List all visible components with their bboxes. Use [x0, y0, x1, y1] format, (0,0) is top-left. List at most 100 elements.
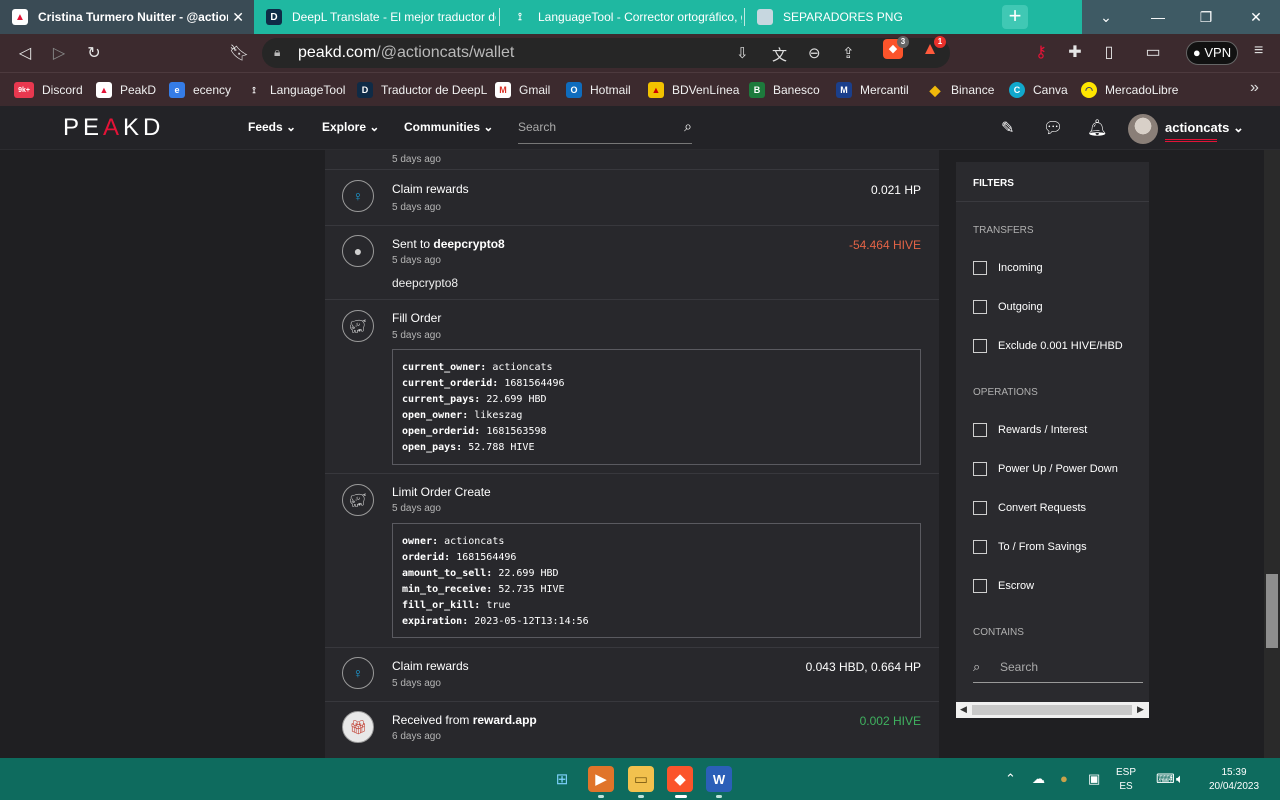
filter-exclude-dust[interactable]: Exclude 0.001 HIVE/HBD	[973, 338, 1123, 354]
tray-app-icon[interactable]: ●	[1060, 771, 1068, 786]
bookmark-languagetool[interactable]: ⟟ LanguageTool	[246, 81, 345, 99]
pencil-icon[interactable]: ✎	[1001, 118, 1014, 138]
checkbox[interactable]	[973, 300, 987, 314]
minimize-icon[interactable]: —	[1134, 0, 1182, 34]
clock[interactable]: 15:39 20/04/2023	[1200, 766, 1268, 794]
checkbox[interactable]	[973, 423, 987, 437]
brave-shields-icon[interactable]: ◆ 3	[883, 36, 909, 59]
search-input[interactable]	[518, 120, 668, 134]
checkbox[interactable]	[973, 540, 987, 554]
bookmark-ecency[interactable]: e ecency	[169, 81, 231, 99]
chat-icon[interactable]: 💬︎	[1043, 118, 1063, 138]
language-indicator[interactable]: ESP ES	[1116, 766, 1136, 794]
filter-incoming[interactable]: Incoming	[973, 260, 1043, 276]
brave-rewards-icon[interactable]: ▲ 1	[920, 36, 946, 59]
tab-peakd[interactable]: ▲ Cristina Turmero Nuitter - @actioncats…	[0, 0, 254, 34]
sidebar-icon[interactable]: ▯	[1098, 42, 1120, 64]
cloud-icon[interactable]: ☁	[1032, 771, 1045, 787]
bookmark-peakd[interactable]: ▲ PeakD	[96, 81, 156, 99]
reload-icon[interactable]: ↻	[83, 42, 105, 64]
banesco-icon: B	[749, 82, 765, 98]
key-extension-icon[interactable]: ⚷	[1030, 42, 1052, 64]
checkbox[interactable]	[973, 462, 987, 476]
checkbox[interactable]	[973, 339, 987, 353]
bookmark-discord[interactable]: 9k+ Discord	[14, 81, 83, 99]
bookmark-icon[interactable]: 🔖︎	[228, 42, 250, 64]
checkbox[interactable]	[973, 579, 987, 593]
contains-heading: CONTAINS	[973, 627, 1024, 638]
address-bar[interactable]: 🔒︎ peakd.com/@actioncats/wallet ⇩ 文 ⊖ ⇪	[262, 38, 950, 68]
new-tab-button[interactable]: +	[1002, 5, 1028, 29]
search-icon[interactable]: ⌕	[684, 118, 692, 135]
word-icon[interactable]: W	[706, 766, 732, 792]
network-icon[interactable]: ⌨	[1156, 771, 1175, 787]
bookmark-banesco[interactable]: B Banesco	[749, 81, 820, 99]
filter-convert-requests[interactable]: Convert Requests	[973, 500, 1086, 516]
brave-browser-icon[interactable]: ◆	[667, 766, 693, 792]
sender-link[interactable]: reward.app	[473, 713, 537, 727]
more-bookmarks-icon[interactable]: »	[1250, 79, 1259, 97]
close-window-icon[interactable]: ✕	[1232, 0, 1280, 34]
filter-outgoing[interactable]: Outgoing	[973, 299, 1043, 315]
bookmark-mercadolibre[interactable]: ◠ MercadoLibre	[1081, 81, 1178, 99]
filter-power-up-down[interactable]: Power Up / Power Down	[973, 461, 1118, 477]
bookmark-deepl[interactable]: D Traductor de DeepL	[357, 81, 487, 99]
checkbox[interactable]	[973, 261, 987, 275]
filter-rewards-interest[interactable]: Rewards / Interest	[973, 422, 1087, 438]
gift-icon[interactable]: 🎁︎	[342, 711, 374, 743]
nav-feeds[interactable]: Feeds ⌄	[248, 120, 296, 134]
nav-explore[interactable]: Explore ⌄	[322, 120, 379, 134]
zoom-icon[interactable]: ⊖	[808, 44, 821, 62]
close-tab-icon[interactable]: ✕	[232, 9, 244, 26]
chevron-down-icon: ⌄	[286, 120, 297, 134]
restore-icon[interactable]: ❐	[1182, 0, 1230, 34]
bookmark-binance[interactable]: ◆ Binance	[927, 81, 995, 99]
share-icon[interactable]: ⇪	[842, 44, 855, 62]
tab-list-chevron-icon[interactable]: ⌄	[1082, 0, 1130, 34]
filter-escrow[interactable]: Escrow	[973, 578, 1034, 594]
recipient-link[interactable]: deepcrypto8	[433, 237, 504, 251]
extensions-icon[interactable]: ✚	[1064, 42, 1086, 64]
download-icon[interactable]: ⇩	[736, 44, 749, 62]
bookmark-gmail[interactable]: M Gmail	[495, 81, 550, 99]
filter-search-input[interactable]	[1000, 660, 1140, 674]
menu-icon[interactable]: ≡	[1254, 42, 1263, 60]
vpn-button[interactable]: ● VPN	[1186, 41, 1238, 65]
ecency-icon: e	[169, 82, 185, 98]
scrollbar-thumb[interactable]	[972, 705, 1132, 715]
avatar[interactable]	[1128, 114, 1158, 144]
tab-title: LanguageTool - Corrector ortográfico, gr…	[538, 10, 742, 24]
tab-separadores[interactable]: SEPARADORES PNG	[745, 0, 990, 34]
scroll-right-icon[interactable]: ▶	[1137, 704, 1144, 715]
horizontal-scrollbar[interactable]: ◀ ▶	[956, 702, 1149, 718]
tray-app-icon[interactable]: ▣	[1088, 771, 1100, 787]
checkbox[interactable]	[973, 501, 987, 515]
chevron-up-icon[interactable]: ⌃	[1005, 771, 1016, 787]
tab-deepl[interactable]: D DeepL Translate - El mejor traductor d…	[254, 0, 498, 34]
user-menu[interactable]: actioncats ⌄	[1165, 120, 1244, 136]
back-icon[interactable]: ◁	[14, 42, 36, 64]
scrollbar-thumb[interactable]	[1266, 574, 1278, 648]
page-scrollbar[interactable]	[1264, 150, 1280, 758]
bookmark-hotmail[interactable]: O Hotmail	[566, 81, 631, 99]
deepl-icon: D	[357, 82, 373, 98]
filter-savings[interactable]: To / From Savings	[973, 539, 1087, 555]
bookmark-mercantil[interactable]: M Mercantil	[836, 81, 909, 99]
bell-icon[interactable]: 🔔︎	[1087, 118, 1107, 138]
user-avatar-icon[interactable]: ●	[342, 235, 374, 267]
bookmark-bdvenlinea[interactable]: ▲ BDVenLínea	[648, 81, 739, 99]
nav-communities[interactable]: Communities ⌄	[404, 120, 493, 134]
bookmark-canva[interactable]: C Canva	[1009, 81, 1068, 99]
windows-start-icon[interactable]: ⊞	[549, 766, 575, 792]
media-player-icon[interactable]: ▶	[588, 766, 614, 792]
file-explorer-icon[interactable]: ▭	[628, 766, 654, 792]
tab-languagetool[interactable]: ⟟ LanguageTool - Corrector ortográfico, …	[500, 0, 743, 34]
forward-icon[interactable]: ▷	[48, 42, 70, 64]
volume-icon[interactable]: 🔈︎	[1176, 771, 1184, 787]
translate-icon[interactable]: 文	[772, 44, 787, 65]
peakd-logo[interactable]: PEAKD	[63, 114, 164, 142]
wallet-icon[interactable]: ▭	[1142, 42, 1164, 64]
scroll-left-icon[interactable]: ◀	[960, 704, 967, 715]
filters-heading: FILTERS	[973, 178, 1014, 189]
url-text[interactable]: peakd.com/@actioncats/wallet	[298, 44, 514, 62]
